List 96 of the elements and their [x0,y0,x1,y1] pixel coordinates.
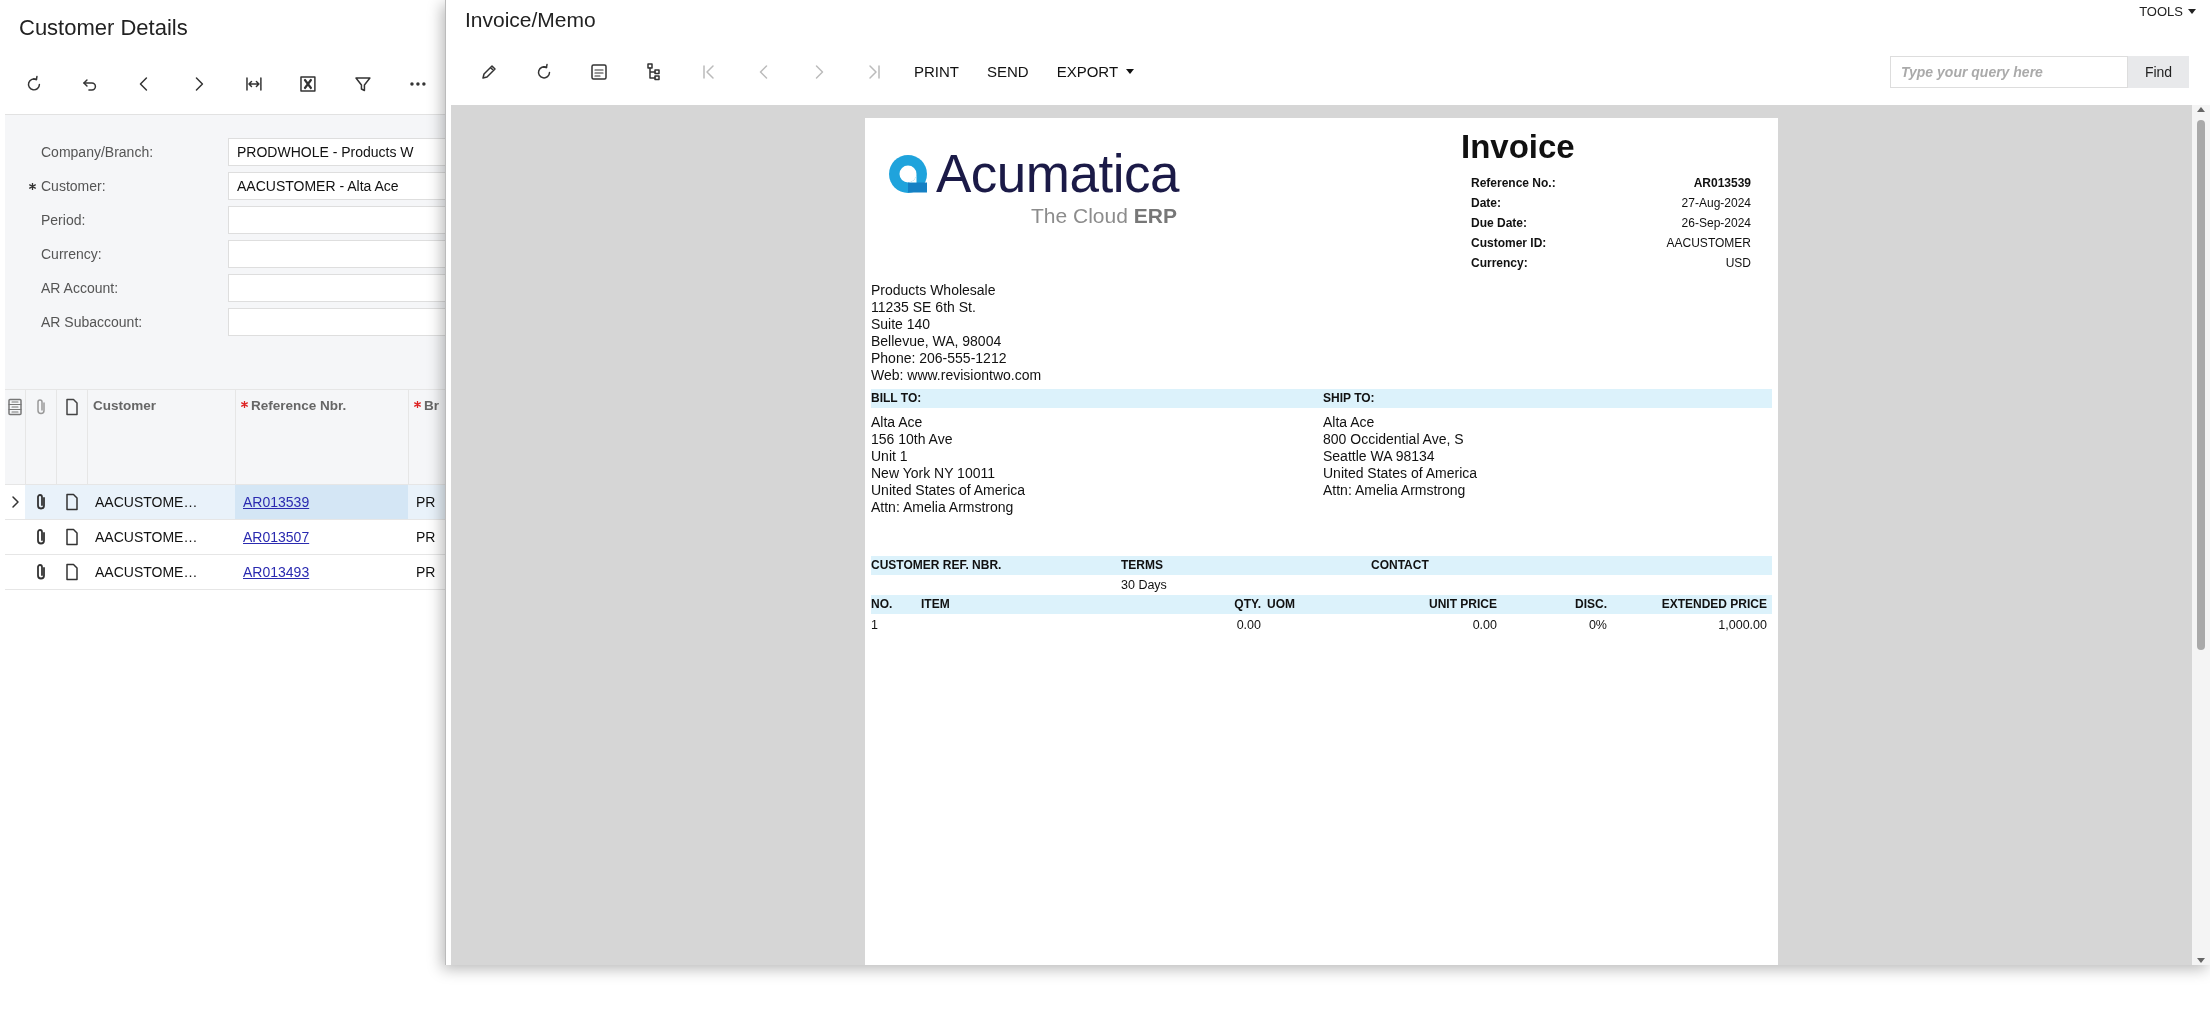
detail-value: AACUSTOMER [1666,235,1751,252]
address-line: Suite 140 [871,316,931,333]
table-row[interactable]: AACUSTOME… AR013507 PR [5,520,445,555]
field-label: AR Subaccount: [41,314,143,330]
dropdown-button[interactable]: EXPORT [1043,57,1148,86]
address-line: Products Wholesale [871,282,996,299]
detail-value: 26-Sep-2024 [1680,215,1751,232]
column-header[interactable]: Reference Nbr. [251,398,347,413]
table-cell: 0.00 [1472,618,1497,632]
address-line: Phone: 206-555-1212 [871,350,1007,367]
detail-label: Reference No.: [1471,175,1557,192]
address-line: New York NY 10011 [871,465,995,482]
input-field[interactable]: PRODWHOLE - Products W [228,138,445,166]
reference-link[interactable]: AR013493 [243,564,310,580]
column-header: QTY. [1233,596,1261,613]
caret-icon [1126,69,1135,74]
address-line: 800 Occidential Ave, S [1323,431,1464,448]
document-icon[interactable] [63,493,80,511]
column-header: DISC. [1574,596,1607,613]
table-row[interactable]: AACUSTOME… AR013493 PR [5,555,445,590]
logo-name: Acumatica [936,144,1179,204]
table-row[interactable]: AACUSTOME… AR013539 PR [5,485,445,520]
address-line: Attn: Amelia Armstrong [871,499,1014,516]
table-cell: 0% [1588,618,1607,632]
address-line: 11235 SE 6th St. [871,299,976,316]
column-header: CUSTOMER REF. NBR. [871,557,1003,574]
field-label: Period: [41,212,86,228]
table-cell: AACUSTOME… [95,529,198,545]
column-header: NO. [871,596,894,613]
address-line: Seattle WA 98134 [1323,448,1435,465]
detail-label: Currency: [1471,255,1529,272]
input-field[interactable] [228,206,445,234]
table-settings-icon[interactable] [7,398,23,416]
scroll-thumb[interactable] [2197,120,2205,650]
table-cell: AACUSTOME… [95,494,198,510]
column-header[interactable]: Br [424,398,439,413]
document-icon[interactable] [63,528,80,546]
detail-label: Date: [1471,195,1502,212]
column-header: CONTACT [1371,557,1430,574]
tools-menu[interactable]: TOOLS [2139,0,2210,16]
reference-link[interactable]: AR013507 [243,529,310,545]
document-icon[interactable] [63,563,80,581]
field-label: Company/Branch: [41,144,154,160]
input-field[interactable]: AACUSTOMER - Alta Ace [228,172,445,200]
address-line: Attn: Amelia Armstrong [1323,482,1466,499]
input-field[interactable] [228,240,445,268]
column-header[interactable]: Customer [93,398,156,413]
dialog-title: Invoice/Memo [464,7,596,33]
toolbar-button[interactable]: PRINT [901,57,972,86]
detail-label: Due Date: [1471,215,1528,232]
section-heading: SHIP TO: [1323,390,1376,407]
input-field[interactable] [228,308,445,336]
column-header: ITEM [921,596,951,613]
table-cell: 1 [871,618,878,632]
table-cell: AACUSTOME… [95,564,198,580]
table-cell: 0.00 [1236,618,1261,632]
address-line: Unit 1 [871,448,908,465]
find-button[interactable]: Find [2128,55,2189,88]
table-cell: 1,000.00 [1718,618,1767,632]
toolbar-button[interactable]: SEND [974,57,1042,86]
field-label: Currency: [41,246,102,262]
scroll-up-icon[interactable] [2197,107,2205,112]
address-line: Alta Ace [871,414,923,431]
column-header: UOM [1266,596,1296,613]
reference-link[interactable]: AR013539 [243,494,310,510]
page-title: Customer Details [18,14,188,42]
scroll-down-icon[interactable] [2197,958,2205,963]
invoice-title: Invoice [1461,129,1575,165]
detail-value: 27-Aug-2024 [1680,195,1751,212]
document-icon [64,398,80,416]
address-line: 156 10th Ave [871,431,953,448]
scrollbar[interactable] [2192,105,2210,965]
table-cell: PR [416,494,436,510]
search-field[interactable]: Type your query here [1890,55,2128,88]
address-line: Alta Ace [1323,414,1375,431]
column-header: UNIT PRICE [1428,596,1497,613]
section-heading: BILL TO: [871,390,923,407]
field-label: AR Account: [41,280,119,296]
address-line: Web: www.revisiontwo.com [871,367,1042,384]
column-header: EXTENDED PRICE [1660,596,1767,613]
fit-width-icon[interactable] [243,74,264,94]
field-label: Customer: [41,178,106,194]
detail-label: Customer ID: [1471,235,1548,252]
logo-tagline: The Cloud ERP [1031,204,1177,228]
address-line: United States of America [871,482,1026,499]
address-line: United States of America [1323,465,1478,482]
address-line: Bellevue, WA, 98004 [871,333,1002,350]
column-header: TERMS [1121,557,1164,574]
detail-value: AR013539 [1692,175,1751,192]
chevron-right-icon [10,495,20,509]
table-cell: PR [416,529,436,545]
table-cell: PR [416,564,436,580]
detail-value: USD [1724,255,1751,272]
table-cell: 30 Days [1121,578,1167,592]
caret-icon [2188,8,2196,14]
input-field[interactable] [228,274,445,302]
